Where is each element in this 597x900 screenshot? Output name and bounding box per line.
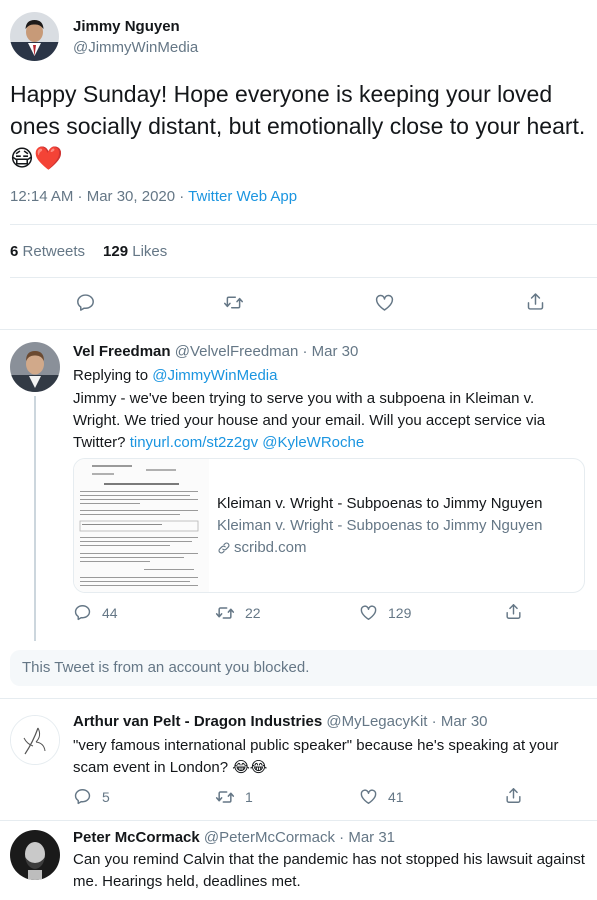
timestamp[interactable]: 12:14 AM · Mar 30, 2020 · (10, 188, 184, 205)
source-link[interactable]: Twitter Web App (188, 188, 297, 205)
reply-author-handle[interactable]: @VelvelFreedman (175, 343, 299, 360)
tweet-link[interactable]: tinyurl.com/st2z2gv (130, 434, 258, 451)
retweet-button[interactable]: 1 (215, 787, 253, 807)
share-button[interactable] (504, 786, 523, 805)
retweets-stat[interactable]: 6 Retweets (10, 243, 85, 260)
reply-button[interactable]: 5 (73, 787, 110, 806)
reply-text: "very famous international public speake… (73, 737, 559, 776)
document-thumbnail (74, 459, 209, 592)
avatar[interactable] (10, 12, 59, 61)
like-icon (360, 789, 377, 804)
link-icon (218, 542, 230, 553)
reply-icon (74, 789, 91, 805)
blocked-tweet-notice: This Tweet is from an account you blocke… (10, 650, 597, 686)
like-icon (360, 605, 377, 620)
reply-text: Jimmy - we've been trying to serve you w… (73, 390, 546, 451)
reply-text: Can you remind Calvin that the pandemic … (73, 851, 585, 890)
retweet-button[interactable] (223, 292, 244, 313)
like-count: 41 (388, 788, 404, 805)
tweet-stats: 6 Retweets 129 Likes (10, 243, 167, 260)
retweet-icon (215, 791, 235, 803)
reply-count: 44 (102, 604, 118, 621)
reply-author-name[interactable]: Arthur van Pelt - Dragon Industries (73, 713, 322, 730)
avatar[interactable] (10, 715, 60, 765)
divider (0, 820, 597, 821)
replying-to-mention[interactable]: @JimmyWinMedia (152, 367, 277, 384)
share-button[interactable] (525, 291, 546, 312)
avatar[interactable] (10, 342, 60, 392)
retweet-count: 22 (245, 605, 261, 621)
divider (10, 224, 597, 225)
divider (0, 698, 597, 699)
reply-date[interactable]: · Mar 31 (339, 829, 395, 846)
tweet-body: Happy Sunday! Hope everyone is keeping y… (10, 81, 586, 139)
share-button[interactable] (504, 602, 523, 621)
card-description: Kleiman v. Wright - Subpoenas to Jimmy N… (217, 516, 543, 534)
tweet-meta: 12:14 AM · Mar 30, 2020 · Twitter Web Ap… (10, 188, 297, 205)
like-count: 129 (388, 604, 412, 621)
emoji-mask-heart: 😷❤️ (10, 145, 63, 171)
link-card[interactable]: Kleiman v. Wright - Subpoenas to Jimmy N… (73, 458, 585, 593)
reply-author-handle[interactable]: @PeterMcCormack (204, 829, 335, 846)
author-name[interactable]: Jimmy Nguyen (73, 18, 198, 35)
retweet-icon (224, 296, 243, 309)
reply-button[interactable] (75, 292, 96, 313)
share-icon (506, 788, 521, 803)
reply-author-name[interactable]: Vel Freedman (73, 343, 171, 360)
reply-author-handle[interactable]: @MyLegacyKit (326, 713, 427, 730)
like-button[interactable]: 129 (359, 603, 411, 622)
divider (0, 329, 597, 330)
likes-stat[interactable]: 129 Likes (103, 243, 167, 260)
reply-date[interactable]: · Mar 30 (432, 713, 488, 730)
retweet-button[interactable]: 22 (215, 603, 261, 623)
avatar[interactable] (10, 830, 60, 880)
retweet-count: 1 (245, 789, 253, 805)
reply-author-name[interactable]: Peter McCormack (73, 829, 200, 846)
share-icon (506, 604, 521, 619)
card-domain: scribd.com (217, 537, 542, 559)
like-button[interactable]: 41 (359, 787, 404, 806)
share-icon (527, 293, 544, 310)
main-tweet-actions (0, 288, 597, 318)
reply-icon (74, 605, 91, 621)
main-tweet-header: Jimmy Nguyen @JimmyWinMedia (10, 12, 198, 61)
replying-to: Replying to @JimmyWinMedia (73, 367, 278, 384)
reply-count: 5 (102, 788, 110, 805)
retweet-icon (215, 607, 235, 619)
like-button[interactable] (374, 292, 395, 313)
like-icon (375, 294, 394, 311)
card-title: Kleiman v. Wright - Subpoenas to Jimmy N… (217, 494, 543, 512)
reply-button[interactable]: 44 (73, 603, 118, 622)
author-handle[interactable]: @JimmyWinMedia (73, 39, 198, 56)
thread-line (34, 396, 36, 641)
reply-date[interactable]: · Mar 30 (303, 343, 359, 360)
reply-icon (77, 294, 94, 311)
mention-link[interactable]: @KyleWRoche (262, 434, 364, 451)
tweet-text: Happy Sunday! Hope everyone is keeping y… (10, 78, 590, 174)
divider (10, 277, 597, 278)
